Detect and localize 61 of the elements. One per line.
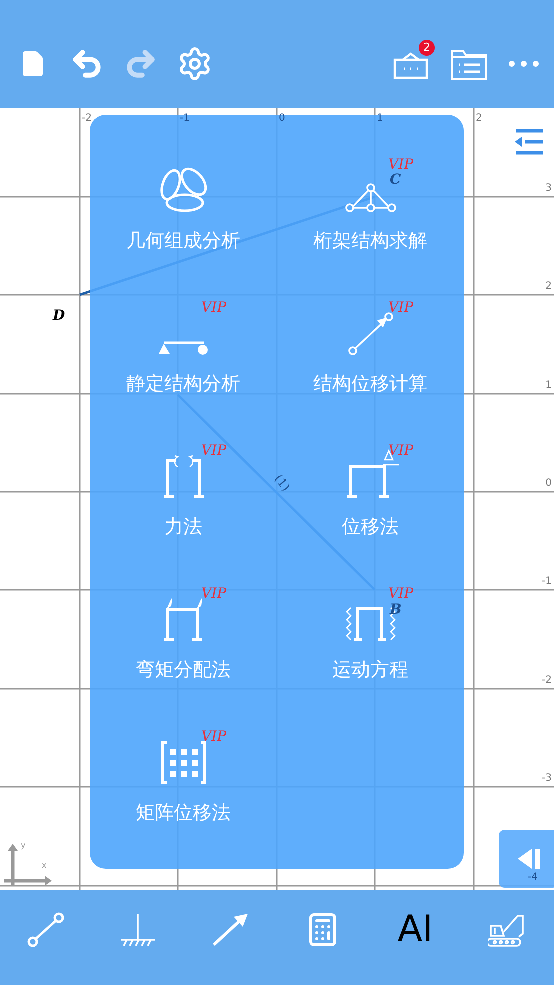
beam-icon	[158, 340, 210, 356]
analysis-menu-item[interactable]: VIP 静定结构分析	[114, 300, 254, 398]
expand-panel-button[interactable]	[499, 830, 554, 888]
axis-tick-label: -2	[82, 112, 92, 126]
menu-item-label: 桁架结构求解	[314, 229, 428, 254]
collapse-left-icon	[518, 848, 540, 870]
analysis-menu-item[interactable]: VIP 矩阵位移法	[114, 729, 254, 828]
settings-icon	[177, 46, 213, 82]
vip-label: VIP	[388, 299, 414, 318]
more-icon	[509, 61, 539, 67]
menu-item-label: 位移法	[342, 515, 399, 540]
member-label: (1)	[270, 471, 294, 496]
fixed-support-icon	[120, 913, 156, 947]
point-label: C	[390, 171, 402, 190]
truss-icon	[344, 183, 398, 213]
vip-label: VIP	[388, 585, 414, 604]
axis-tick-label: -1	[542, 575, 552, 589]
member-icon	[27, 912, 66, 948]
axis-tick-label: 3	[546, 182, 552, 196]
vip-label: VIP	[388, 442, 414, 461]
axis-tick-label: 2	[476, 112, 482, 126]
frame-moments-icon	[162, 596, 206, 642]
analysis-menu-item[interactable]: 几何组成分析	[114, 157, 254, 256]
vip-label: VIP	[202, 728, 227, 747]
menu-item-label: 力法	[164, 515, 202, 540]
ai-button[interactable]: AI	[385, 906, 446, 954]
vip-label: VIP	[202, 442, 227, 461]
axis-tick-label: 2	[546, 280, 552, 294]
analysis-menu-item[interactable]: VIP 力法	[114, 443, 254, 542]
analysis-menu-item[interactable]: VIP 弯矩分配法	[114, 586, 254, 684]
axis-tick-label: 1	[546, 379, 552, 393]
vip-label: VIP	[388, 156, 414, 174]
menu-item-label: 结构位移计算	[314, 372, 428, 397]
arrow-line-icon	[346, 312, 394, 356]
notification-badge: 2	[419, 40, 435, 56]
axis-tick-label: 0	[546, 477, 552, 491]
menu-item-label: 静定结构分析	[126, 372, 240, 397]
arrow-icon	[212, 913, 250, 947]
point-label: D	[53, 307, 66, 326]
axis-tick-label: 0	[279, 112, 286, 126]
axis-tick-label: -4	[528, 871, 538, 885]
coordinate-axes-drawing: y x	[4, 843, 52, 885]
ai-label: AI	[398, 912, 434, 948]
vip-label: VIP	[202, 585, 227, 604]
axis-tick-label: -2	[542, 674, 552, 688]
menu-item-label: 矩阵位移法	[136, 801, 231, 826]
axis-tick-label: -1	[180, 112, 190, 126]
axis-tick-label: -3	[542, 772, 552, 786]
menu-item-label: 弯矩分配法	[136, 658, 231, 683]
matrix-icon	[160, 741, 206, 785]
folder-list-icon	[450, 47, 488, 81]
analysis-menu-item[interactable]: VIP 位移法	[300, 443, 440, 542]
redo-icon	[124, 47, 158, 81]
analysis-menu-item[interactable]: VIP 结构位移计算	[300, 300, 440, 398]
undo-icon	[70, 47, 104, 81]
menu-item-label: 运动方程	[332, 658, 408, 683]
vip-label: VIP	[202, 299, 227, 318]
list-collapse-icon[interactable]	[515, 128, 543, 156]
inbox-button[interactable]: 2	[388, 41, 434, 87]
menu-item-label: 几何组成分析	[126, 229, 240, 254]
axis-tick-label: 1	[377, 112, 384, 126]
